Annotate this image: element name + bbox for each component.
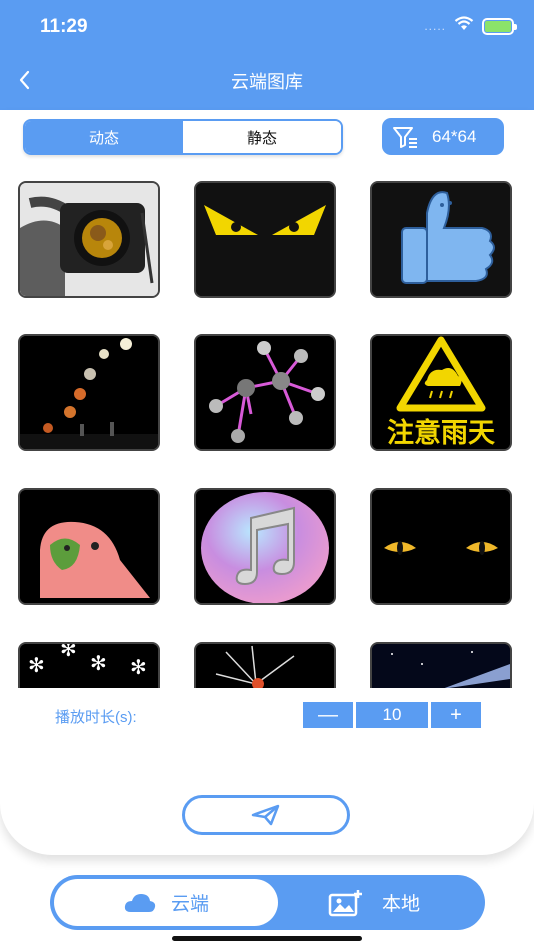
thumbnail-cat-eyes[interactable] [370, 488, 512, 605]
tab-local[interactable]: 本地 [328, 879, 478, 926]
home-indicator [172, 936, 362, 941]
tab-cloud-label: 云端 [170, 894, 209, 915]
thumbnail-space-comet[interactable] [370, 642, 512, 688]
paper-plane-icon [251, 804, 280, 826]
status-time: 11:29 [40, 16, 88, 37]
thumbnail-molecule[interactable] [194, 334, 336, 451]
thumbnail-grid: 注意雨天 ✻ ✻ ✻ ✻ [0, 180, 534, 688]
size-label: 64*64 [432, 126, 477, 146]
image-add-icon [328, 889, 362, 916]
svg-text:✻: ✻ [130, 655, 147, 679]
decrease-button[interactable]: — [303, 702, 353, 728]
thumbnail-thumbs-up[interactable] [370, 181, 512, 298]
thumbnail-fireworks[interactable] [194, 642, 336, 688]
size-filter-button[interactable]: 64*64 [382, 118, 504, 155]
animation-type-toggle: 动态 静态 [23, 119, 343, 155]
duration-stepper: — 10 + [303, 702, 481, 728]
cloud-icon [124, 893, 156, 912]
svg-text:✻: ✻ [90, 651, 107, 675]
svg-text:✻: ✻ [60, 644, 77, 661]
send-button[interactable] [182, 795, 350, 835]
thumbnail-snowflakes[interactable]: ✻ ✻ ✻ ✻ [18, 642, 160, 688]
increase-button[interactable]: + [431, 702, 481, 728]
wifi-icon [454, 16, 474, 36]
svg-text:✻: ✻ [28, 653, 45, 677]
thumbnail-angry-eyes[interactable] [194, 181, 336, 298]
duration-label: 播放时长(s): [55, 709, 137, 726]
signal-icon: ..... [424, 19, 446, 33]
duration-value[interactable]: 10 [356, 702, 428, 728]
rain-warning-caption: 注意雨天 [387, 417, 495, 449]
battery-icon [482, 17, 517, 35]
tab-local-label: 本地 [382, 894, 421, 915]
tab-static[interactable]: 静态 [183, 121, 341, 153]
bottom-nav: 云端 本地 [50, 875, 485, 930]
header-bar: 11:29 ..... 云端图库 [0, 0, 534, 110]
gallery-card: 动态 静态 64*64 注意雨天 ✻ ✻ ✻ ✻ 播放时长(s): — 10 + [0, 110, 534, 855]
status-icons: ..... [424, 16, 517, 36]
page-title: 云端图库 [231, 72, 303, 92]
thumbnail-music-note[interactable] [194, 488, 336, 605]
filter-icon [393, 126, 417, 148]
thumbnail-bouncing-balls[interactable] [18, 334, 160, 451]
tab-dynamic[interactable]: 动态 [25, 121, 183, 153]
tab-cloud[interactable]: 云端 [54, 879, 278, 926]
thumbnail-rain-warning[interactable]: 注意雨天 [370, 334, 512, 451]
thumbnail-camera-hand[interactable] [18, 181, 160, 298]
thumbnail-parrot[interactable] [18, 488, 160, 605]
